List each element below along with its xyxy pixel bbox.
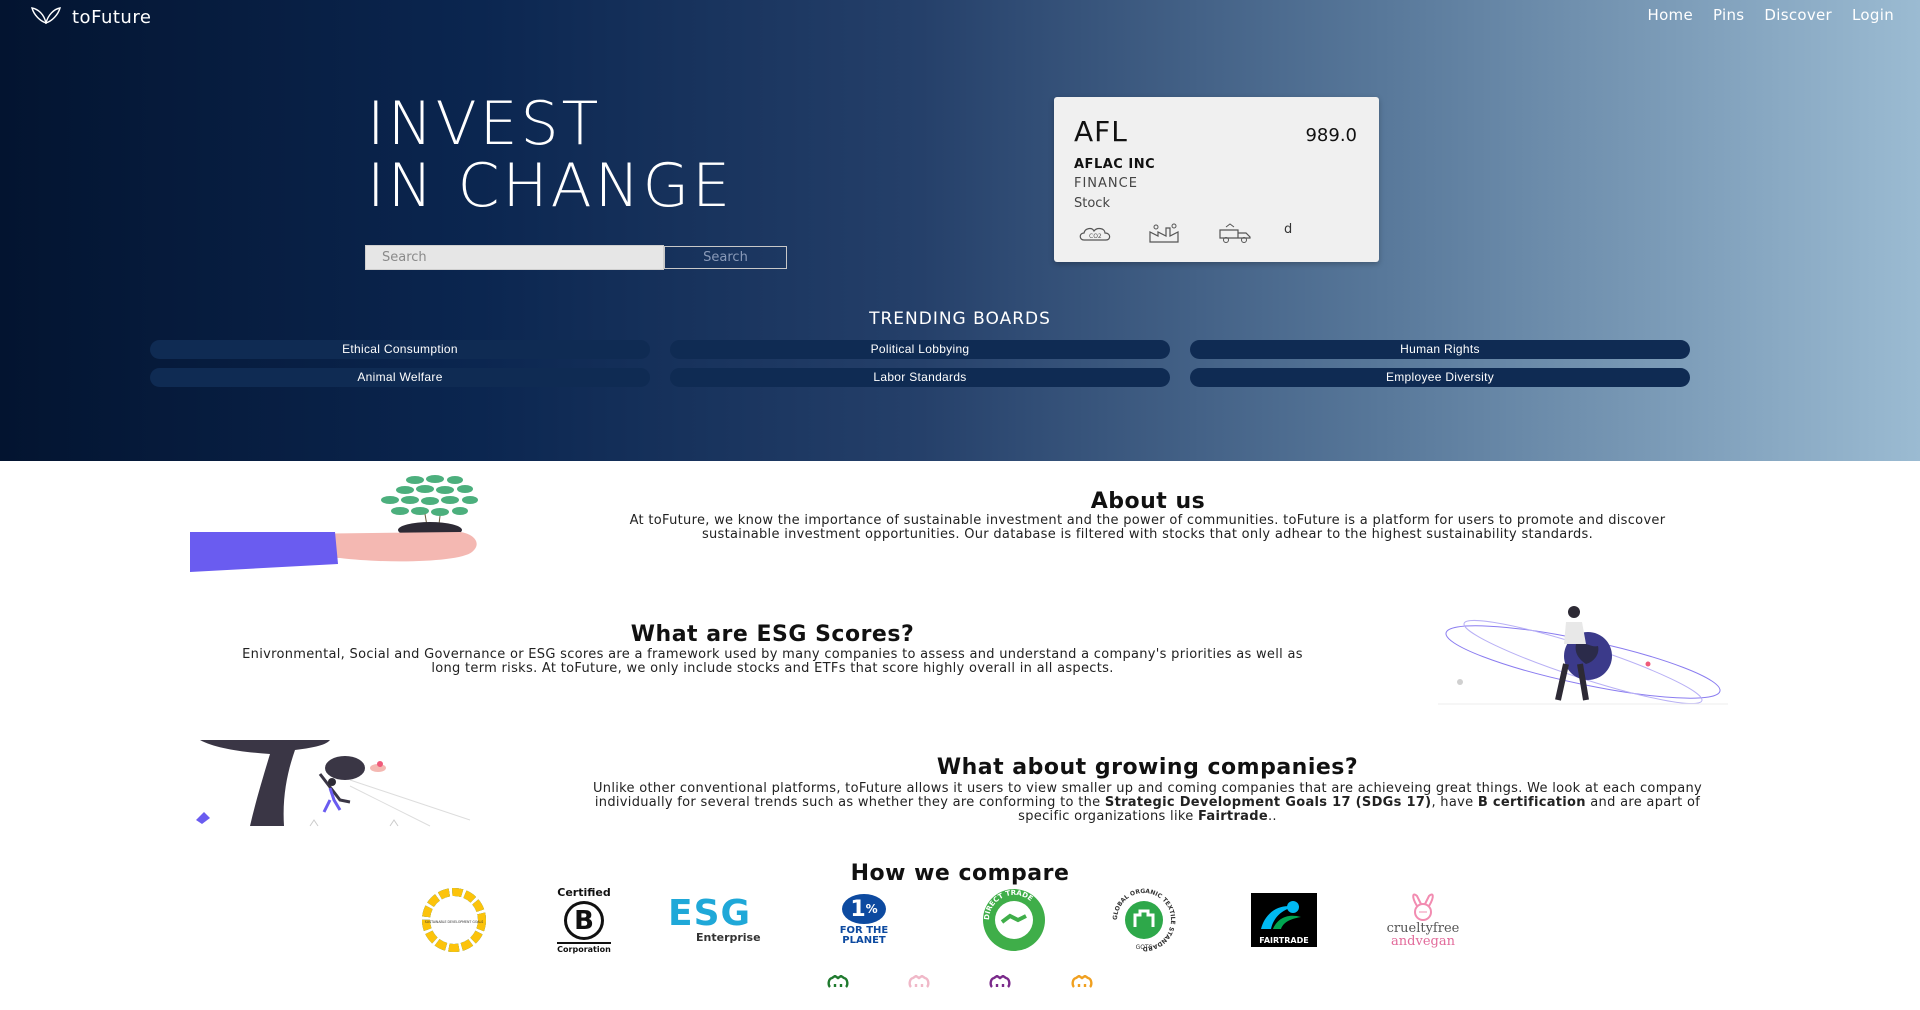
one-percent-badge: 1% [842,894,886,924]
growing-title: What about growing companies? [936,755,1359,780]
certification-logos: SUSTAINABLE DEVELOPMENT GOALS Certified … [398,886,1510,954]
hero-section: toFuture Home Pins Discover Login INVEST… [0,0,1920,461]
github-icon[interactable] [907,974,931,988]
stock-sector: FINANCE [1074,176,1138,191]
one-percent-planet-text: PLANET [842,935,886,946]
compare-title: How we compare [850,861,1070,886]
nav-login[interactable]: Login [1852,6,1894,24]
esg-icons: CO2 d [1074,221,1292,245]
bcorp-logo: Certified B Corporation [528,886,640,954]
vegan-text: andvegan [1391,934,1455,949]
brand-name: toFuture [72,6,152,28]
stock-type: Stock [1074,196,1110,211]
bcorp-bottom-text: Corporation [557,942,611,954]
search-button[interactable]: Search [664,246,787,269]
fairtrade-highlight: Fairtrade [1197,809,1268,824]
svg-text:CO2: CO2 [1089,233,1102,240]
brand-logo[interactable]: toFuture [26,5,151,29]
svg-text:SUSTAINABLE DEVELOPMENT GOALS: SUSTAINABLE DEVELOPMENT GOALS [425,920,484,924]
bcorp-top-text: Certified [557,886,611,899]
about-text: At toFuture, we know the importance of s… [629,513,1666,542]
fairtrade-text: FAIRTRADE [1259,936,1309,945]
trending-title: TRENDING BOARDS [869,309,1051,329]
search-input[interactable] [365,245,664,270]
board-political-lobbying[interactable]: Political Lobbying [670,340,1170,359]
fairtrade-mark: FAIRTRADE [1251,893,1317,947]
stock-card[interactable]: AFL 989.0 AFLAC INC FINANCE Stock CO2 d [1054,97,1379,262]
esg-enterprise-sub: Enterprise [696,930,761,944]
about-title: About us [1090,489,1206,514]
esg-title: What are ESG Scores? [630,622,915,647]
hero-headline: INVEST IN CHANGE [367,93,733,217]
nav-pins[interactable]: Pins [1713,6,1744,24]
growing-text: Unlike other conventional platforms, toF… [590,782,1705,824]
board-animal-welfare[interactable]: Animal Welfare [150,368,650,387]
tree-climber-illustration [196,740,471,827]
gots-logo: GLOBAL ORGANIC TEXTILE STANDARD GOTS [1088,886,1200,954]
board-employee-diversity[interactable]: Employee Diversity [1190,368,1690,387]
sdg-logo: SUSTAINABLE DEVELOPMENT GOALS [398,886,510,954]
esg-enterprise-logo: ESG Enterprise [668,886,790,954]
growing-text-part: , have [1431,795,1478,810]
leaf-icon [26,5,66,29]
cruelty-free-logo: crueltyfree andvegan [1358,886,1488,954]
one-percent-planet-logo: 1% FOR THE PLANET [808,886,920,954]
one-percent-sign: % [865,902,878,916]
nav-discover[interactable]: Discover [1764,6,1832,24]
github-icon[interactable] [988,974,1012,988]
board-human-rights[interactable]: Human Rights [1190,340,1690,359]
stock-price: 989.0 [1305,125,1357,146]
headline-line-2: IN CHANGE [367,151,733,221]
headline-line-1: INVEST [367,89,602,159]
bcert-highlight: B certification [1477,795,1586,810]
bunny-icon [1412,893,1434,921]
svg-text:GOTS: GOTS [1136,944,1153,951]
board-ethical-consumption[interactable]: Ethical Consumption [150,340,650,359]
company-name: AFLAC INC [1074,157,1156,172]
person-globe-illustration [1438,606,1728,705]
esg-enterprise-mark: ESG [668,892,752,934]
esg-text: Enivronmental, Social and Governance or … [242,647,1303,676]
one-percent-number: 1 [850,896,866,922]
growing-text-part: .. [1267,809,1277,824]
hand-plant-illustration [190,475,478,572]
fairtrade-logo: FAIRTRADE [1228,886,1340,954]
nav-home[interactable]: Home [1647,6,1693,24]
stock-ticker: AFL [1074,115,1128,148]
co2-cloud-icon: CO2 [1074,221,1118,245]
main-nav: Home Pins Discover Login [1647,6,1894,24]
sdg-highlight: Strategic Development Goals 17 (SDGs 17) [1104,795,1432,810]
github-icon[interactable] [826,974,850,988]
board-labor-standards[interactable]: Labor Standards [670,368,1170,387]
recycle-truck-icon [1214,221,1258,245]
card-extra-text: d [1284,221,1293,237]
factory-icon [1144,221,1188,245]
direct-trade-logo: DIRECT TRADE [958,886,1070,954]
bcorp-b-mark: B [564,901,604,940]
github-icon[interactable] [1070,974,1094,988]
